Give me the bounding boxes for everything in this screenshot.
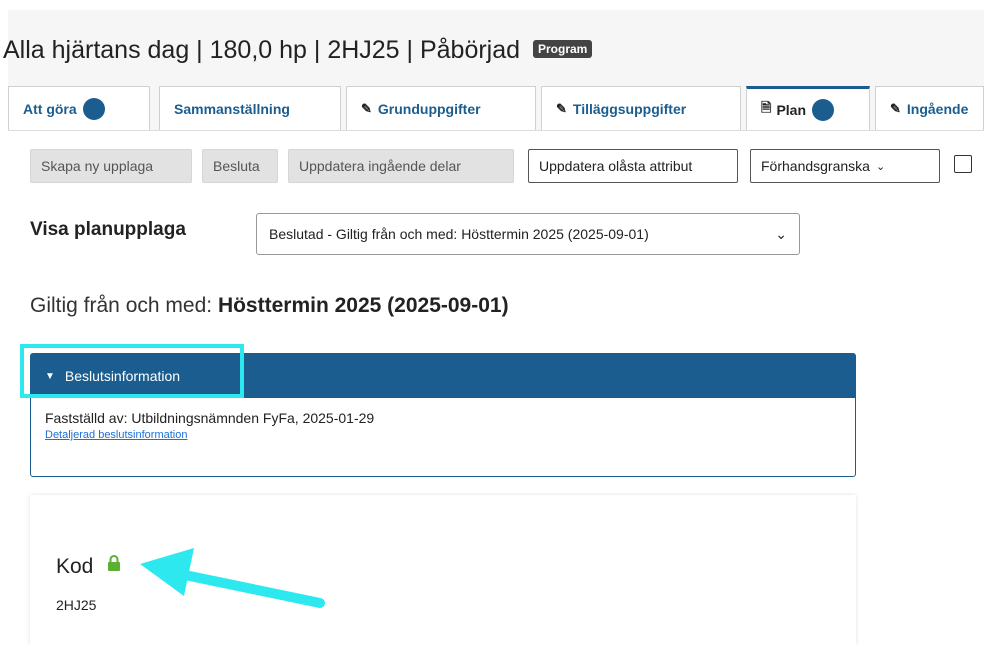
decide-button[interactable]: Besluta <box>202 149 278 183</box>
beslutsinformation-body: Fastställd av: Utbildningsnämnden FyFa, … <box>31 398 855 453</box>
kod-card: Kod 2HJ25 <box>30 495 856 645</box>
chevron-down-icon: ⌄ <box>775 225 787 242</box>
preview-dropdown[interactable]: Förhandsgranska ⌄ <box>750 149 940 183</box>
chevron-down-icon: ⌄ <box>875 160 886 173</box>
tab-label: Grunduppgifter <box>377 100 481 117</box>
tab-bar: Att göra Sammanställning ✎ Grunduppgifte… <box>8 86 984 130</box>
program-badge: Program <box>533 40 593 58</box>
tab-label: Ingående <box>906 100 969 117</box>
tab-grunduppgifter[interactable]: ✎ Grunduppgifter <box>346 86 536 130</box>
kod-value: 2HJ25 <box>56 597 97 613</box>
visa-planupplaga-label: Visa planupplaga <box>30 219 186 240</box>
update-unlocked-button[interactable]: Uppdatera olåsta attribut <box>528 149 738 183</box>
option-checkbox[interactable] <box>954 155 972 173</box>
tab-label: Tilläggsuppgifter <box>572 100 687 117</box>
notification-dot-icon <box>82 97 105 120</box>
tab-att-gora[interactable]: Att göra <box>8 86 150 130</box>
new-edition-button[interactable]: Skapa ny upplaga <box>30 149 192 183</box>
preview-label: Förhandsgranska <box>761 158 870 174</box>
tab-label: Plan <box>776 101 807 118</box>
kod-label: Kod <box>56 555 94 578</box>
pencil-icon: ✎ <box>890 100 901 116</box>
top-strip <box>0 0 984 10</box>
faststalld-text: Fastställd av: Utbildningsnämnden FyFa, … <box>45 410 375 426</box>
tab-label: Sammanställning <box>174 100 290 117</box>
tab-sammanstallning[interactable]: Sammanställning <box>159 86 341 130</box>
tab-label: Att göra <box>23 100 77 117</box>
plan-edition-select[interactable]: Beslutad - Giltig från och med: Höstterm… <box>256 213 800 255</box>
kod-heading: Kod <box>56 555 121 579</box>
pencil-icon: ✎ <box>556 100 567 116</box>
highlight-box <box>20 344 244 398</box>
tab-plan[interactable]: 🗎 Plan <box>746 86 870 130</box>
valid-from-value: Hösttermin 2025 (2025-09-01) <box>217 294 509 317</box>
document-icon: 🗎 <box>761 99 772 115</box>
notification-dot-icon <box>812 98 835 121</box>
valid-from-label: Giltig från och med: <box>30 294 213 317</box>
valid-from-line: Giltig från och med: Hösttermin 2025 (20… <box>30 294 509 318</box>
update-parts-button[interactable]: Uppdatera ingående delar <box>288 149 514 183</box>
page-title: Alla hjärtans dag | 180,0 hp | 2HJ25 | P… <box>3 36 593 65</box>
pencil-icon: ✎ <box>361 100 372 116</box>
plan-edition-value: Beslutad - Giltig från och med: Höstterm… <box>269 226 649 242</box>
tab-tillaggsuppgifter[interactable]: ✎ Tilläggsuppgifter <box>541 86 741 130</box>
detailed-decision-link[interactable]: Detaljerad beslutsinformation <box>45 429 841 441</box>
lock-icon <box>107 555 121 576</box>
tab-ingaende[interactable]: ✎ Ingående <box>875 86 984 130</box>
title-text: Alla hjärtans dag | 180,0 hp | 2HJ25 | P… <box>3 36 521 64</box>
